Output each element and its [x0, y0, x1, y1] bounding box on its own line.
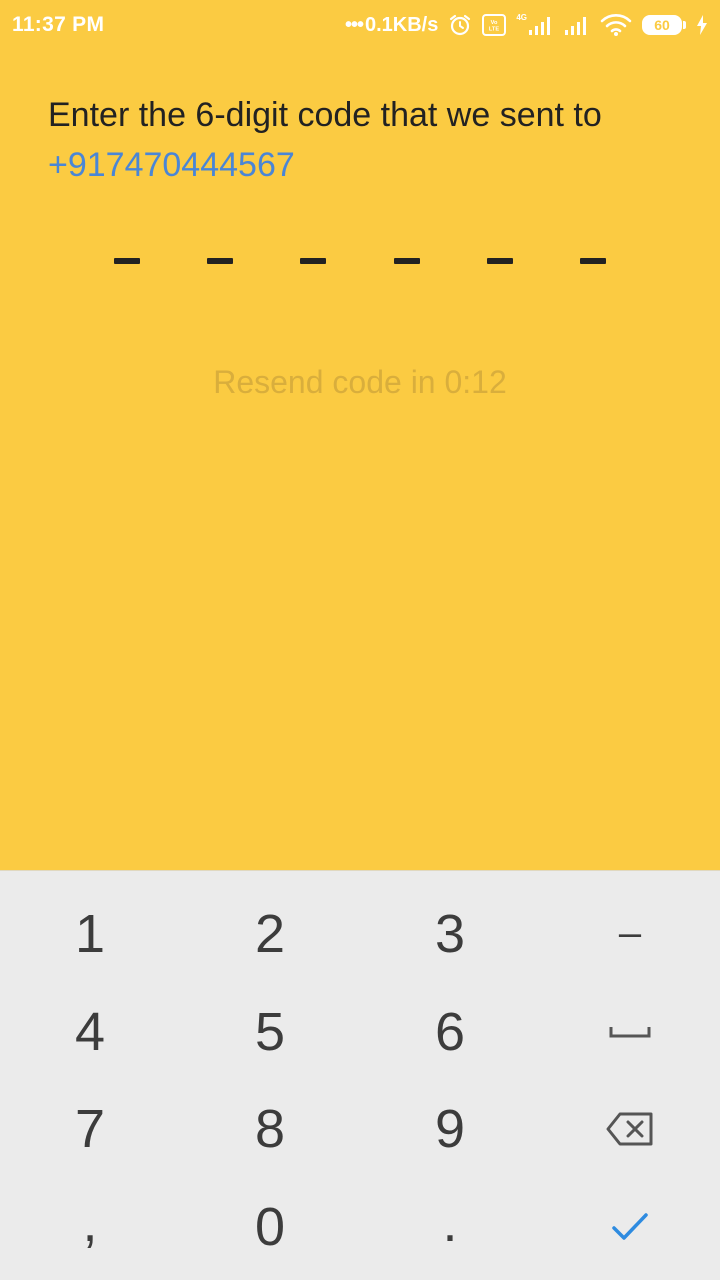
charging-icon	[696, 15, 708, 35]
key-8[interactable]: 8	[180, 1081, 360, 1179]
alarm-icon	[448, 13, 472, 37]
resend-code-timer: Resend code in 0:12	[213, 364, 507, 400]
volte-icon: Vo LTE	[482, 14, 507, 36]
code-digit-slot-5[interactable]	[486, 258, 513, 264]
key-5[interactable]: 5	[180, 983, 360, 1081]
key-9[interactable]: 9	[360, 1081, 540, 1179]
code-digit-slot-3[interactable]	[300, 258, 327, 264]
checkmark-icon	[612, 1213, 648, 1240]
code-digit-slot-1[interactable]	[114, 258, 140, 264]
network-tag: 4G	[516, 12, 527, 22]
status-bar: 11:37 PM ••• 0.1KB/s Vo LTE 4G 60	[0, 0, 720, 50]
key-backspace[interactable]	[540, 1081, 720, 1179]
wifi-icon	[600, 13, 632, 37]
key-comma[interactable]: ,	[0, 1178, 180, 1276]
key-done[interactable]	[540, 1178, 720, 1276]
network-speed-value: 0.1KB/s	[364, 13, 439, 36]
signal-icon-sim2	[564, 14, 590, 36]
backspace-icon	[606, 1112, 653, 1146]
key-3[interactable]: 3	[360, 885, 540, 983]
signal-icon: 4G	[516, 12, 554, 36]
status-icons: ••• 0.1KB/s Vo LTE 4G 60	[345, 13, 708, 37]
prompt-text: Enter the 6-digit code that we sent to	[48, 96, 602, 134]
key-0[interactable]: 0	[180, 1178, 360, 1276]
code-digit-slot-4[interactable]	[393, 258, 420, 264]
key-6[interactable]: 6	[360, 983, 540, 1081]
phone-number-link[interactable]: +917470444567	[48, 140, 688, 190]
key-1[interactable]: 1	[0, 885, 180, 983]
network-dots: •••	[344, 13, 364, 36]
svg-text:LTE: LTE	[489, 27, 499, 33]
battery-icon: 60	[642, 15, 686, 35]
key-7[interactable]: 7	[0, 1081, 180, 1179]
code-prompt: Enter the 6-digit code that we sent to +…	[48, 90, 688, 190]
battery-level: 60	[642, 15, 682, 35]
key-4[interactable]: 4	[0, 983, 180, 1081]
code-digit-slot-2[interactable]	[207, 258, 234, 264]
code-digit-slot-6[interactable]	[579, 258, 606, 264]
key-2[interactable]: 2	[180, 885, 360, 983]
status-time: 11:37 PM	[12, 13, 105, 36]
key-period[interactable]: .	[360, 1178, 540, 1276]
space-icon	[609, 1026, 651, 1038]
battery-tip	[683, 21, 686, 29]
svg-text:Vo: Vo	[491, 20, 498, 26]
numeric-keyboard: 1 2 3 – 4 5 6 7 8 9 , 0 .	[0, 870, 720, 1280]
code-input[interactable]	[80, 258, 640, 278]
key-space[interactable]	[540, 983, 720, 1081]
key-dash[interactable]: –	[540, 885, 720, 983]
network-speed: ••• 0.1KB/s	[345, 14, 438, 37]
